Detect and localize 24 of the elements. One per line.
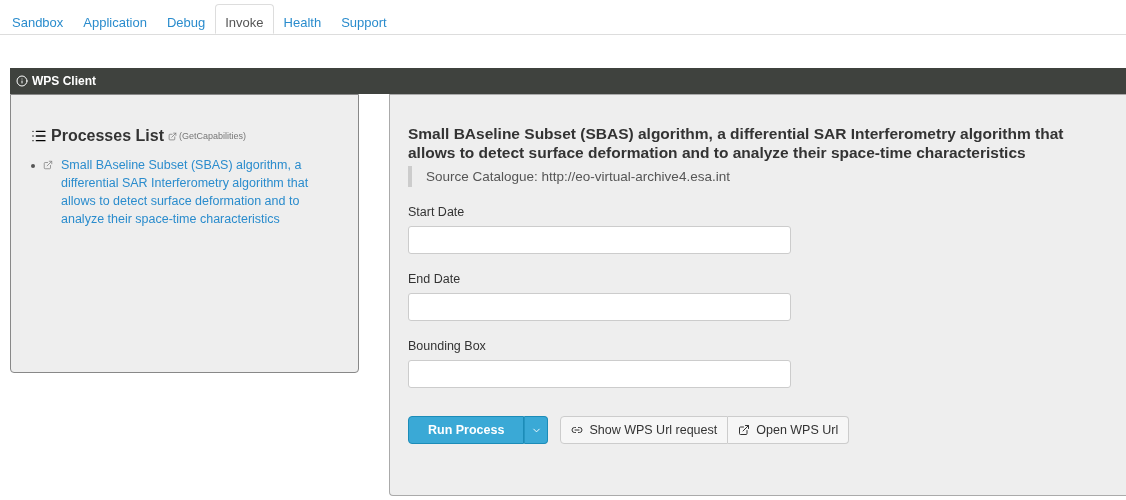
input-field[interactable] — [408, 293, 791, 321]
input-field[interactable] — [408, 360, 791, 388]
source-catalogue: Source Catalogue: http://eo-virtual-archive4.esa.int — [408, 166, 1108, 187]
open-url-button[interactable]: Open WPS Url — [728, 416, 850, 444]
field-label: Start Date — [408, 205, 466, 219]
list-icon — [31, 128, 47, 144]
external-link-icon — [738, 424, 751, 436]
input-field[interactable] — [408, 226, 791, 254]
processes-title: Processes List — [51, 127, 164, 145]
field-label: Bounding Box — [408, 339, 487, 353]
process-title: Small BAseline Subset (SBAS) algorithm, a differential SAR Interferometry algorithm that allows to detect surface deformation and to analyze their space-time characteristics — [408, 124, 1065, 162]
link-icon — [571, 424, 584, 436]
field-label: End Date — [408, 272, 462, 286]
bullet-icon — [31, 164, 35, 168]
external-link-icon — [43, 160, 53, 170]
run-process-button[interactable]: Run Process — [408, 416, 525, 444]
process-link[interactable]: Small BAseline Subset (SBAS) algorithm, a differential SAR Interferometry algorithm that allows to detect surface deformation and to analyze their space-time characteristics — [61, 156, 316, 228]
info-icon — [16, 75, 28, 87]
panel-title: WPS Client — [32, 74, 96, 88]
dropdown-button[interactable] — [524, 416, 549, 444]
capabilities-link[interactable]: (GetCapabilities) — [178, 131, 246, 141]
show-url-button[interactable]: Show WPS Url request — [560, 416, 729, 444]
external-link-icon — [167, 131, 177, 141]
nav-tab[interactable]: Invoke — [215, 4, 274, 34]
